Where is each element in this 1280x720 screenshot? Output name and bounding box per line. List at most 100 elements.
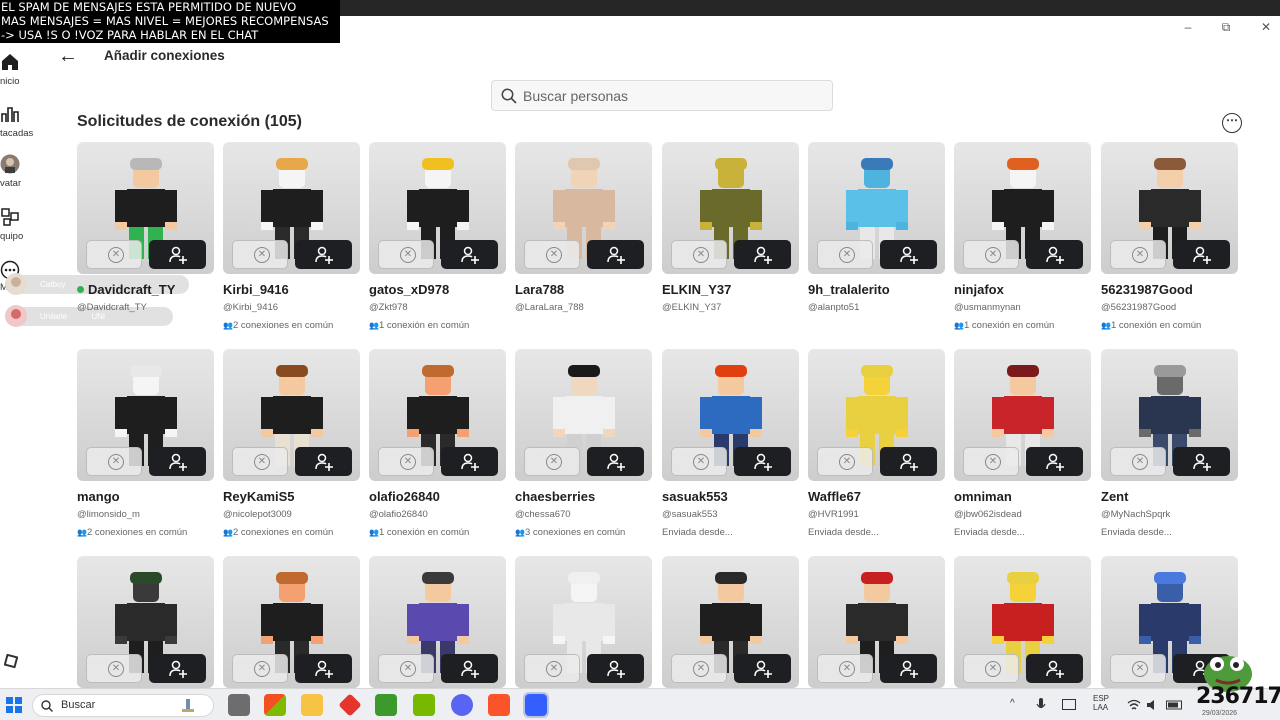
- username[interactable]: Waffle67: [808, 489, 861, 504]
- accept-button[interactable]: [149, 240, 206, 269]
- decline-button[interactable]: ✕: [671, 654, 727, 683]
- decline-button[interactable]: ✕: [1110, 447, 1166, 476]
- request-card[interactable]: ✕: [808, 556, 945, 688]
- accept-button[interactable]: [1026, 654, 1083, 683]
- request-card[interactable]: ✕ mango @limonsido_m 👥2 conexiones en común: [77, 349, 214, 538]
- windows-start-icon[interactable]: [6, 697, 22, 713]
- request-card[interactable]: ✕ Davidcraft_TY @Davidcraft_TY: [77, 142, 214, 313]
- request-card[interactable]: ✕: [223, 556, 360, 688]
- accept-button[interactable]: [734, 240, 791, 269]
- avatar-thumbnail[interactable]: ✕: [515, 556, 652, 688]
- task-view-icon[interactable]: [228, 694, 250, 716]
- avatar-thumbnail[interactable]: ✕: [808, 556, 945, 688]
- avatar-thumbnail[interactable]: ✕: [954, 556, 1091, 688]
- microphone-icon[interactable]: [1036, 698, 1046, 712]
- decline-button[interactable]: ✕: [378, 654, 434, 683]
- accept-button[interactable]: [734, 654, 791, 683]
- request-card[interactable]: ✕ Kirbi_9416 @Kirbi_9416 👥2 conexiones en c…: [223, 142, 360, 331]
- username[interactable]: Lara788: [515, 282, 564, 297]
- accept-button[interactable]: [441, 240, 498, 269]
- request-card[interactable]: ✕ Lara788 @LaraLara_788: [515, 142, 652, 313]
- accept-button[interactable]: [880, 654, 937, 683]
- avatar-thumbnail[interactable]: ✕: [77, 349, 214, 481]
- request-card[interactable]: ✕ Zent @MyNachSpqrk Enviada desde...: [1101, 349, 1238, 538]
- accept-button[interactable]: [734, 447, 791, 476]
- decline-button[interactable]: ✕: [232, 240, 288, 269]
- avatar-thumbnail[interactable]: ✕: [662, 349, 799, 481]
- tray-chevron-icon[interactable]: ^: [1010, 698, 1015, 709]
- avatar-thumbnail[interactable]: ✕: [954, 349, 1091, 481]
- accept-button[interactable]: [587, 447, 644, 476]
- decline-button[interactable]: ✕: [1110, 240, 1166, 269]
- maximize-button[interactable]: ⧉: [1208, 18, 1244, 36]
- avatar-thumbnail[interactable]: ✕: [77, 556, 214, 688]
- search-box[interactable]: [491, 80, 833, 111]
- accept-button[interactable]: [1026, 447, 1083, 476]
- accept-button[interactable]: [1026, 240, 1083, 269]
- username[interactable]: Kirbi_9416: [223, 282, 289, 297]
- accept-button[interactable]: [1173, 240, 1230, 269]
- minimize-button[interactable]: –: [1170, 18, 1206, 36]
- volume-icon[interactable]: [1146, 699, 1158, 711]
- decline-button[interactable]: ✕: [817, 240, 873, 269]
- avatar-thumbnail[interactable]: ✕: [515, 142, 652, 274]
- brave-icon[interactable]: [488, 694, 510, 716]
- avatar-thumbnail[interactable]: ✕: [223, 349, 360, 481]
- keyboard-icon[interactable]: [1062, 699, 1076, 710]
- request-card[interactable]: ✕ Waffle67 @HVR1991 Enviada desde...: [808, 349, 945, 538]
- decline-button[interactable]: ✕: [671, 240, 727, 269]
- avatar-thumbnail[interactable]: ✕: [1101, 349, 1238, 481]
- avatar-thumbnail[interactable]: ✕: [662, 556, 799, 688]
- accept-button[interactable]: [880, 240, 937, 269]
- decline-button[interactable]: ✕: [524, 447, 580, 476]
- decline-button[interactable]: ✕: [817, 654, 873, 683]
- avatar-thumbnail[interactable]: ✕: [954, 142, 1091, 274]
- accept-button[interactable]: [295, 240, 352, 269]
- game-launcher-icon[interactable]: [338, 693, 362, 717]
- decline-button[interactable]: ✕: [86, 240, 142, 269]
- minecraft-icon[interactable]: [375, 694, 397, 716]
- battery-icon[interactable]: [1166, 699, 1184, 711]
- nvidia-icon[interactable]: [413, 694, 435, 716]
- avatar-thumbnail[interactable]: ✕: [369, 349, 506, 481]
- decline-button[interactable]: ✕: [524, 240, 580, 269]
- avatar-thumbnail[interactable]: ✕: [808, 349, 945, 481]
- username[interactable]: ReyKamiS5: [223, 489, 295, 504]
- avatar-thumbnail[interactable]: ✕: [369, 556, 506, 688]
- sidebar-item-home[interactable]: nicio: [0, 52, 40, 87]
- request-card[interactable]: ✕ 9h_tralalerito @alanpto51: [808, 142, 945, 313]
- avatar-thumbnail[interactable]: ✕: [77, 142, 214, 274]
- username[interactable]: Zent: [1101, 489, 1128, 504]
- request-card[interactable]: ✕ sasuak553 @sasuak553 Enviada desde...: [662, 349, 799, 538]
- username[interactable]: 9h_tralalerito: [808, 282, 890, 297]
- decline-button[interactable]: ✕: [232, 654, 288, 683]
- discord-icon[interactable]: [451, 694, 473, 716]
- request-card[interactable]: ✕ chaesberries @chessa670 👥3 conexiones en …: [515, 349, 652, 538]
- decline-button[interactable]: ✕: [1110, 654, 1166, 683]
- sidebar-item-charts[interactable]: tacadas: [0, 104, 40, 139]
- avatar-thumbnail[interactable]: ✕: [662, 142, 799, 274]
- request-card[interactable]: ✕ olafio26840 @olafio26840 👥1 conexión en c…: [369, 349, 506, 538]
- avatar-thumbnail[interactable]: ✕: [223, 556, 360, 688]
- decline-button[interactable]: ✕: [817, 447, 873, 476]
- request-card[interactable]: ✕ gatos_xD978 @Zkt978 👥1 conexión en común: [369, 142, 506, 331]
- accept-button[interactable]: [1173, 447, 1230, 476]
- username[interactable]: ninjafox: [954, 282, 1004, 297]
- avatar-thumbnail[interactable]: ✕: [223, 142, 360, 274]
- request-card[interactable]: ✕: [515, 556, 652, 688]
- decline-button[interactable]: ✕: [232, 447, 288, 476]
- username[interactable]: olafio26840: [369, 489, 440, 504]
- username[interactable]: gatos_xD978: [369, 282, 449, 297]
- accept-button[interactable]: [441, 654, 498, 683]
- avatar-thumbnail[interactable]: ✕: [515, 349, 652, 481]
- request-card[interactable]: ✕: [954, 556, 1091, 688]
- request-card[interactable]: ✕ ninjafox @usmanmynan 👥1 conexión en común: [954, 142, 1091, 331]
- roblox-icon[interactable]: [523, 692, 549, 718]
- sidebar-item-team[interactable]: quipo: [0, 207, 40, 242]
- decline-button[interactable]: ✕: [963, 447, 1019, 476]
- accept-button[interactable]: [295, 654, 352, 683]
- file-explorer-icon[interactable]: [301, 694, 323, 716]
- decline-button[interactable]: ✕: [963, 240, 1019, 269]
- request-card[interactable]: ✕: [369, 556, 506, 688]
- accept-button[interactable]: [587, 654, 644, 683]
